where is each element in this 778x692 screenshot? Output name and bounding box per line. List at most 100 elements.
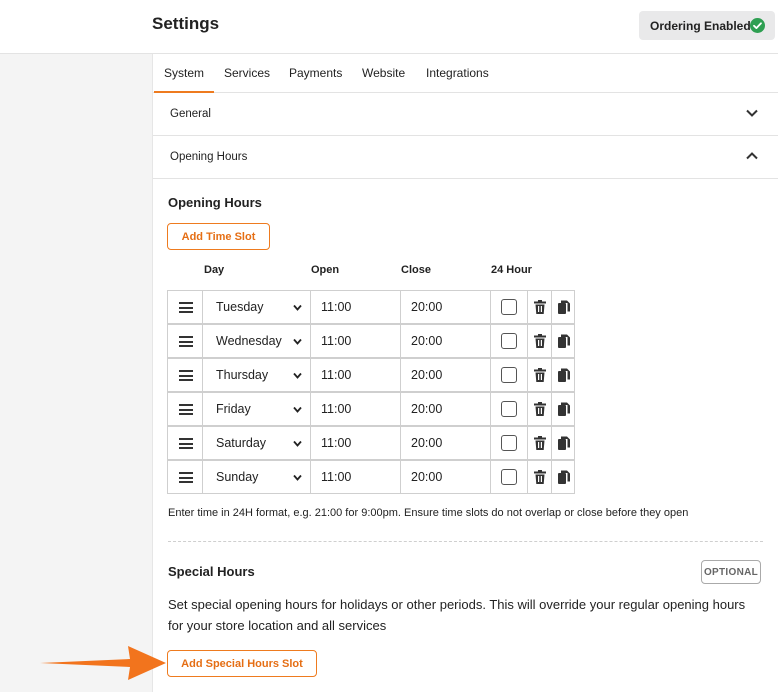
- tab-services[interactable]: Services: [224, 66, 270, 80]
- close-time-input[interactable]: 20:00: [400, 324, 491, 358]
- day-select[interactable]: Thursday: [202, 358, 311, 392]
- top-bar: Settings Ordering Enabled: [0, 0, 778, 54]
- open-time-value: 11:00: [321, 368, 352, 382]
- copy-icon[interactable]: [551, 392, 575, 426]
- day-select-value: Wednesday: [216, 334, 282, 348]
- add-special-hours-slot-button[interactable]: Add Special Hours Slot: [167, 650, 317, 677]
- drag-handle-icon[interactable]: [167, 426, 203, 460]
- hours-row: Friday 11:00 20:00: [167, 392, 575, 426]
- open-time-input[interactable]: 11:00: [310, 324, 401, 358]
- close-time-input[interactable]: 20:00: [400, 290, 491, 324]
- open-time-input[interactable]: 11:00: [310, 392, 401, 426]
- ordering-status-label: Ordering Enabled: [650, 18, 751, 33]
- drag-handle-icon[interactable]: [167, 460, 203, 494]
- accordion-opening-hours[interactable]: Opening Hours: [153, 136, 778, 179]
- copy-icon[interactable]: [551, 290, 575, 324]
- select-chevron-icon: [293, 474, 302, 481]
- hours-row: Wednesday 11:00 20:00: [167, 324, 575, 358]
- accordion-general-label: General: [170, 108, 211, 120]
- open-time-input[interactable]: 11:00: [310, 358, 401, 392]
- 24-hour-checkbox[interactable]: [490, 290, 528, 324]
- day-select[interactable]: Tuesday: [202, 290, 311, 324]
- settings-tabs: System Services Payments Website Integra…: [153, 54, 778, 93]
- trash-icon[interactable]: [527, 324, 552, 358]
- settings-panel: System Services Payments Website Integra…: [152, 54, 778, 692]
- ordering-status-badge[interactable]: Ordering Enabled: [639, 11, 775, 40]
- copy-icon[interactable]: [551, 426, 575, 460]
- hours-row: Thursday 11:00 20:00: [167, 358, 575, 392]
- close-time-value: 20:00: [411, 470, 443, 484]
- copy-icon[interactable]: [551, 358, 575, 392]
- trash-icon[interactable]: [527, 460, 552, 494]
- drag-handle-icon[interactable]: [167, 290, 203, 324]
- time-format-hint: Enter time in 24H format, e.g. 21:00 for…: [168, 507, 689, 519]
- 24-hour-checkbox[interactable]: [490, 392, 528, 426]
- day-select-value: Saturday: [216, 436, 267, 450]
- tab-integrations[interactable]: Integrations: [426, 66, 489, 80]
- 24-hour-checkbox[interactable]: [490, 324, 528, 358]
- 24-hour-checkbox[interactable]: [490, 426, 528, 460]
- special-hours-title: Special Hours: [168, 564, 255, 579]
- trash-icon[interactable]: [527, 290, 552, 324]
- open-time-value: 11:00: [321, 300, 352, 314]
- day-select-value: Tuesday: [216, 300, 264, 314]
- tab-payments[interactable]: Payments: [289, 66, 342, 80]
- open-time-value: 11:00: [321, 402, 352, 416]
- open-time-input[interactable]: 11:00: [310, 290, 401, 324]
- open-time-input[interactable]: 11:00: [310, 426, 401, 460]
- trash-icon[interactable]: [527, 358, 552, 392]
- check-circle-icon: [750, 18, 765, 33]
- open-time-value: 11:00: [321, 436, 352, 450]
- day-select-value: Friday: [216, 402, 251, 416]
- drag-handle-icon[interactable]: [167, 392, 203, 426]
- day-select[interactable]: Wednesday: [202, 324, 311, 358]
- accordion-opening-hours-label: Opening Hours: [170, 151, 248, 163]
- close-time-value: 20:00: [411, 402, 443, 416]
- chevron-up-icon: [746, 152, 758, 160]
- drag-handle-icon[interactable]: [167, 324, 203, 358]
- day-select[interactable]: Sunday: [202, 460, 311, 494]
- trash-icon[interactable]: [527, 392, 552, 426]
- day-select-value: Sunday: [216, 470, 259, 484]
- close-time-input[interactable]: 20:00: [400, 460, 491, 494]
- section-divider: [168, 541, 763, 542]
- hours-row: Saturday 11:00 20:00: [167, 426, 575, 460]
- column-header-close: Close: [401, 264, 431, 276]
- copy-icon[interactable]: [551, 324, 575, 358]
- open-time-input[interactable]: 11:00: [310, 460, 401, 494]
- close-time-input[interactable]: 20:00: [400, 426, 491, 460]
- select-chevron-icon: [293, 304, 302, 311]
- add-time-slot-button[interactable]: Add Time Slot: [167, 223, 270, 250]
- opening-hours-title: Opening Hours: [168, 195, 262, 210]
- select-chevron-icon: [293, 338, 302, 345]
- day-select[interactable]: Saturday: [202, 426, 311, 460]
- copy-icon[interactable]: [551, 460, 575, 494]
- optional-badge: OPTIONAL: [701, 560, 761, 584]
- select-chevron-icon: [293, 372, 302, 379]
- close-time-input[interactable]: 20:00: [400, 358, 491, 392]
- 24-hour-checkbox[interactable]: [490, 358, 528, 392]
- tab-system[interactable]: System: [153, 66, 215, 93]
- column-header-open: Open: [311, 264, 340, 276]
- column-header-24-hour: 24 Hour: [491, 264, 532, 276]
- day-select-value: Thursday: [216, 368, 269, 382]
- close-time-value: 20:00: [411, 300, 443, 314]
- accordion-general[interactable]: General: [153, 93, 778, 136]
- hours-row: Tuesday 11:00 20:00: [167, 290, 575, 324]
- close-time-value: 20:00: [411, 436, 443, 450]
- 24-hour-checkbox[interactable]: [490, 460, 528, 494]
- page-title: Settings: [152, 14, 220, 33]
- column-header-day: Day: [204, 264, 225, 276]
- day-select[interactable]: Friday: [202, 392, 311, 426]
- hours-row: Sunday 11:00 20:00: [167, 460, 575, 494]
- tab-website[interactable]: Website: [362, 66, 405, 80]
- trash-icon[interactable]: [527, 426, 552, 460]
- chevron-down-icon: [746, 109, 758, 117]
- close-time-value: 20:00: [411, 334, 443, 348]
- pointer-arrow-icon: [40, 646, 166, 680]
- drag-handle-icon[interactable]: [167, 358, 203, 392]
- select-chevron-icon: [293, 440, 302, 447]
- close-time-value: 20:00: [411, 368, 443, 382]
- open-time-value: 11:00: [321, 334, 352, 348]
- close-time-input[interactable]: 20:00: [400, 392, 491, 426]
